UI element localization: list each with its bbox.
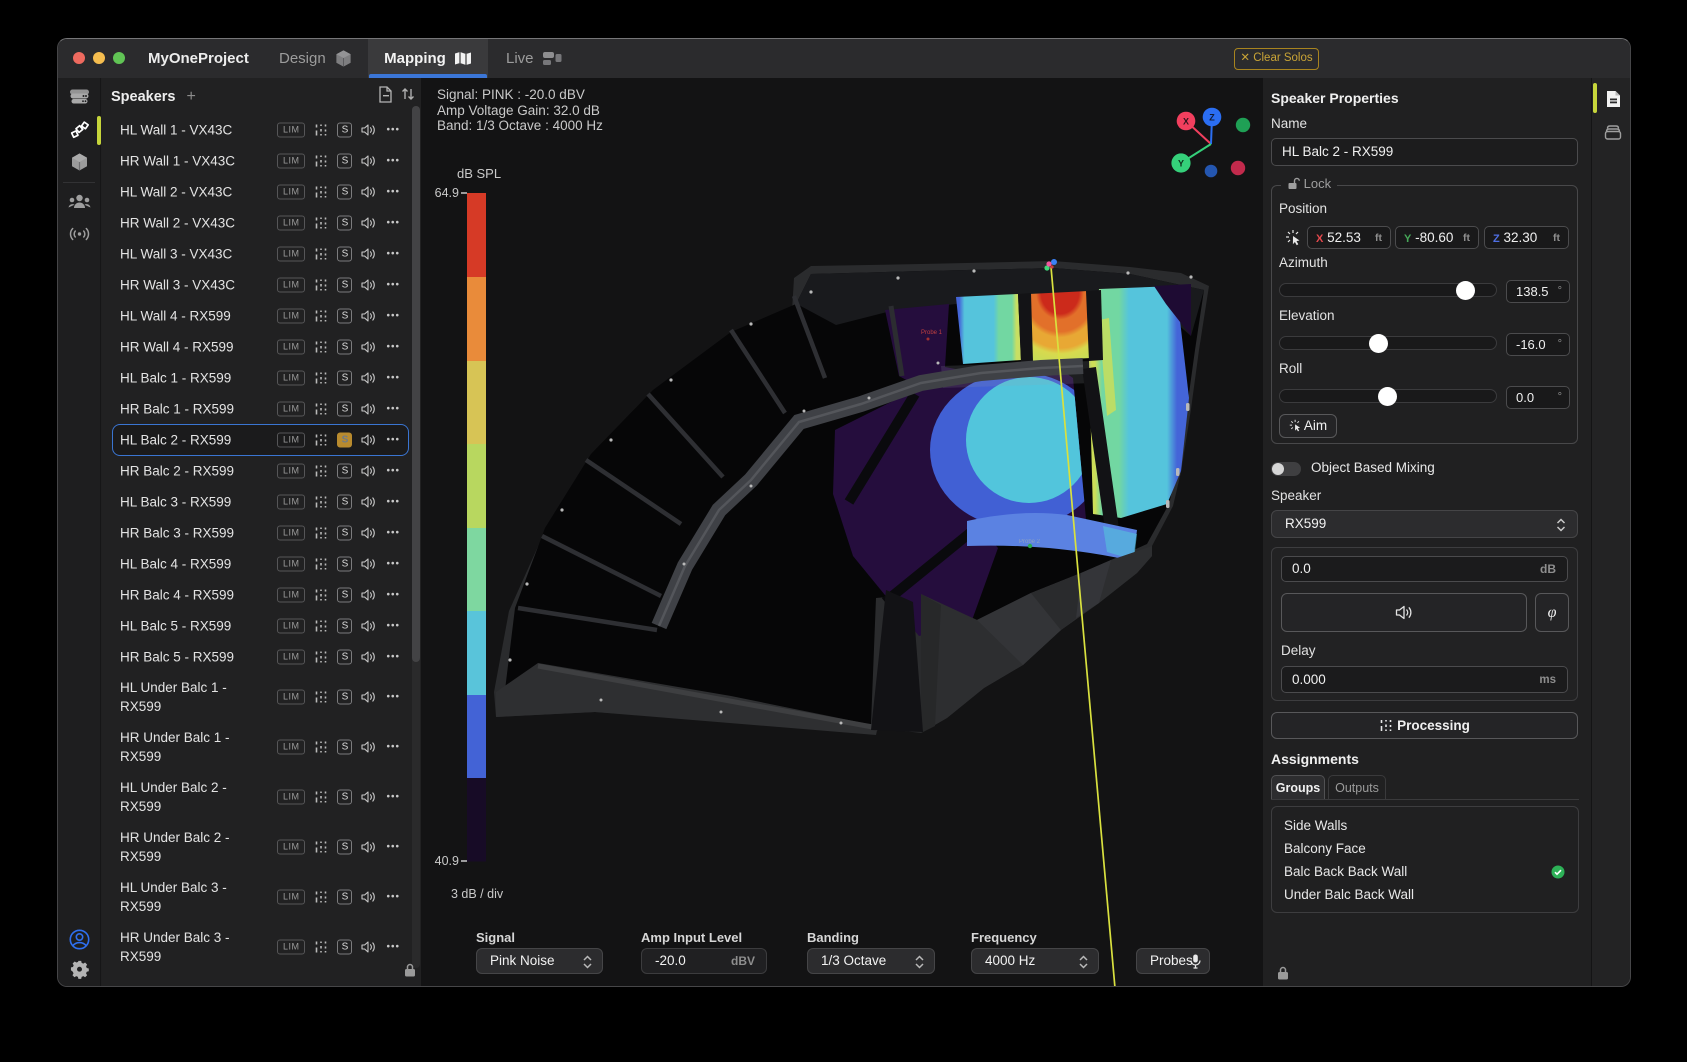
svg-text:40.9: 40.9 (435, 854, 459, 868)
svg-text:Probe 1: Probe 1 (921, 330, 943, 336)
svg-text:64.9: 64.9 (435, 186, 459, 200)
svg-text:Y: Y (1178, 159, 1184, 169)
svg-text:3 dB / div: 3 dB / div (451, 887, 504, 901)
svg-text:dB SPL: dB SPL (457, 166, 501, 181)
svg-text:Z: Z (1209, 113, 1215, 123)
svg-text:X: X (1183, 117, 1189, 127)
